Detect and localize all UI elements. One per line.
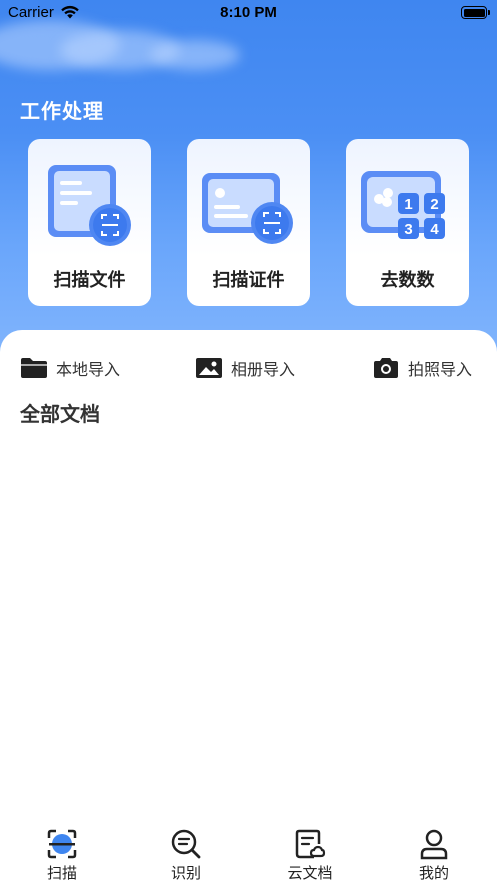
scan-icon	[47, 829, 77, 859]
tab-recognize-label: 识别	[170, 864, 201, 882]
scan-id-card[interactable]: 扫描证件	[187, 139, 310, 306]
tab-profile[interactable]: 我的	[384, 821, 484, 883]
work-section-title: 工作处理	[20, 99, 104, 123]
tab-cloud-docs[interactable]: 云文档	[260, 821, 360, 883]
tab-recognize[interactable]: 识别	[136, 821, 236, 883]
scan-file-label: 扫描文件	[53, 270, 126, 291]
clock: 8:10 PM	[220, 4, 277, 21]
count-label: 去数数	[380, 270, 435, 291]
svg-text:3: 3	[404, 221, 412, 238]
svg-text:4: 4	[430, 221, 439, 238]
battery-icon	[461, 6, 490, 19]
tab-scan[interactable]: 扫描	[12, 821, 112, 883]
status-bar: Carrier 8:10 PM	[0, 0, 497, 26]
scan-id-icon	[202, 173, 293, 244]
folder-icon	[21, 358, 47, 378]
camera-icon	[374, 358, 398, 378]
scan-id-label: 扫描证件	[212, 270, 285, 291]
album-import-button[interactable]: 相册导入	[195, 355, 295, 381]
count-icon: 1 2 3 4	[361, 171, 445, 239]
tab-scan-label: 扫描	[46, 864, 77, 882]
tab-cloud-docs-label: 云文档	[287, 864, 333, 882]
svg-text:1: 1	[404, 196, 412, 213]
svg-text:2: 2	[430, 196, 438, 213]
all-documents-title: 全部文档	[20, 402, 100, 426]
cloud-doc-icon	[295, 829, 326, 859]
tab-bar: 扫描 识别 云文档 我的	[0, 821, 497, 883]
camera-import-button[interactable]: 拍照导入	[372, 355, 472, 381]
recognize-icon	[171, 829, 201, 859]
album-import-label: 相册导入	[231, 360, 296, 379]
profile-icon	[420, 829, 448, 860]
local-import-button[interactable]: 本地导入	[20, 355, 120, 381]
scan-file-icon	[48, 165, 131, 246]
local-import-label: 本地导入	[56, 360, 121, 379]
count-card[interactable]: 1 2 3 4 去数数	[346, 139, 469, 306]
tab-profile-label: 我的	[418, 864, 449, 882]
camera-import-label: 拍照导入	[408, 360, 473, 379]
image-icon	[196, 358, 222, 378]
scan-file-card[interactable]: 扫描文件	[28, 139, 151, 306]
